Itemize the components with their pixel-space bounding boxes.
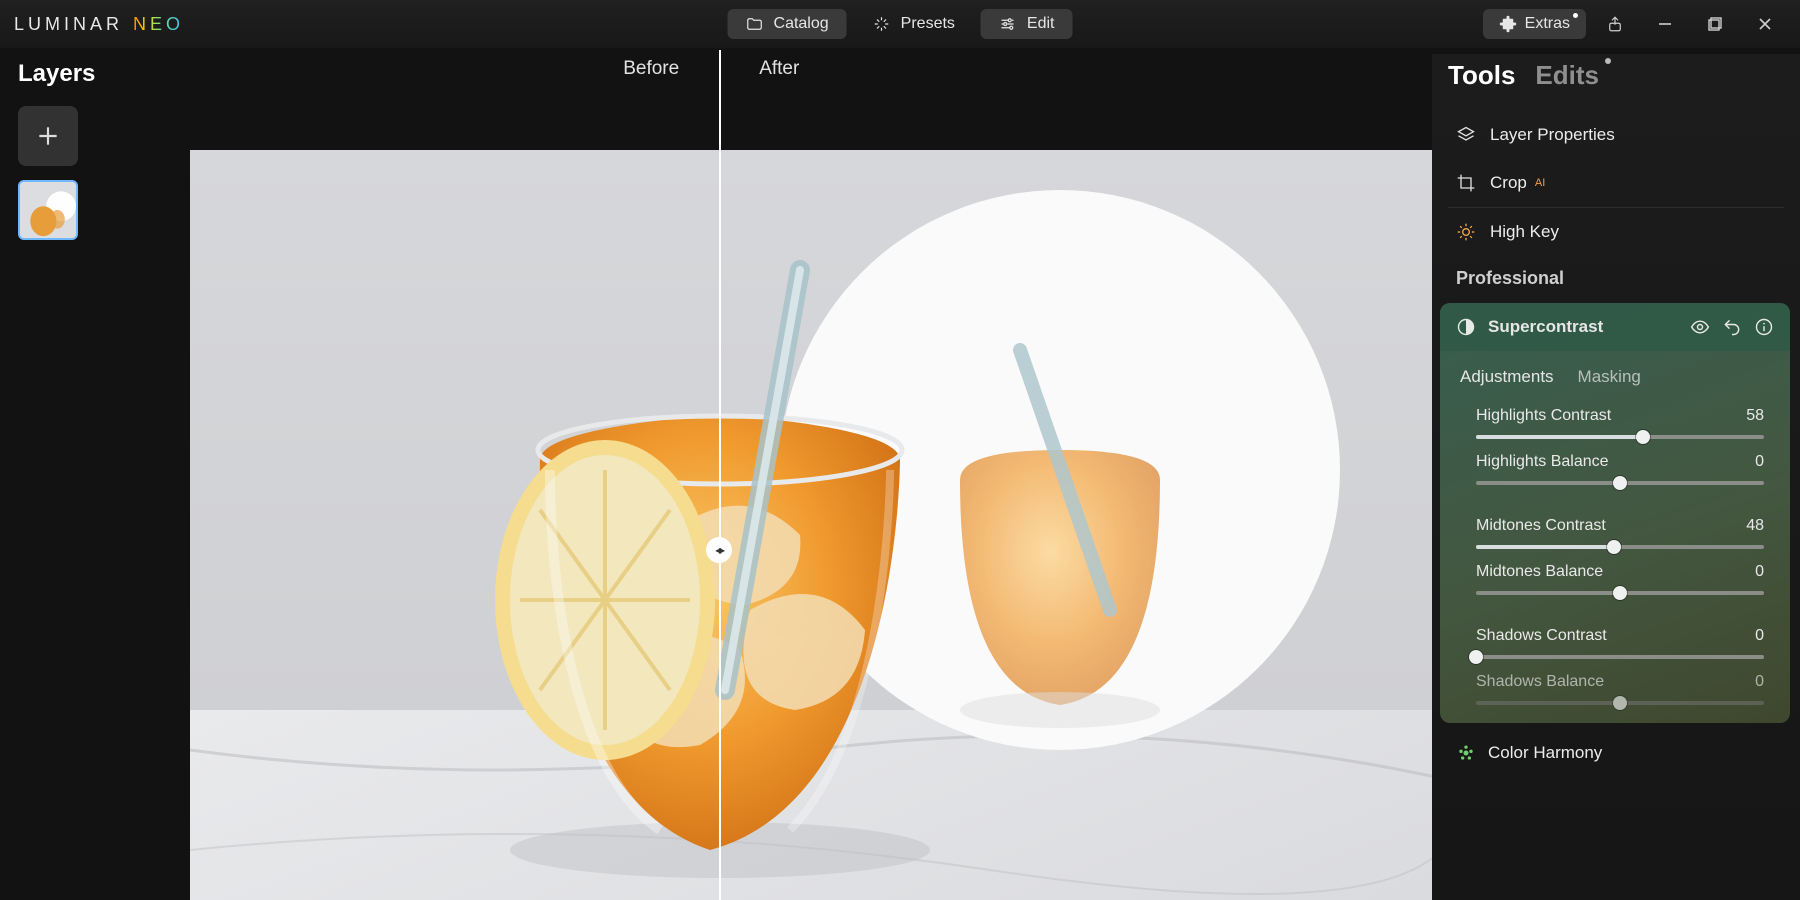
slider-shadows-contrast: Shadows Contrast 0 <box>1440 613 1790 659</box>
extras-button[interactable]: Extras <box>1483 9 1586 39</box>
tool-crop[interactable]: Crop AI <box>1448 159 1784 208</box>
minimize-icon <box>1658 17 1672 31</box>
close-icon <box>1758 17 1772 31</box>
crop-label: Crop <box>1490 173 1527 193</box>
maximize-button[interactable] <box>1694 3 1736 45</box>
sparkle-icon <box>873 15 891 33</box>
compare-labels: Before After <box>190 58 1450 80</box>
slider-midtones-contrast: Midtones Contrast 48 <box>1440 503 1790 549</box>
share-button[interactable] <box>1594 3 1636 45</box>
slider-highlights-balance: Highlights Balance 0 <box>1440 439 1790 485</box>
slider-knob[interactable] <box>1613 696 1627 710</box>
slider-highlights-contrast: Highlights Contrast 58 <box>1440 393 1790 439</box>
highlights-balance-slider[interactable] <box>1476 481 1764 485</box>
right-panel: Tools Edits Layer Properties Crop AI Hig… <box>1432 54 1800 900</box>
close-button[interactable] <box>1744 3 1786 45</box>
tab-edits[interactable]: Edits <box>1535 60 1599 91</box>
layer-thumbnail[interactable] <box>18 180 78 240</box>
tab-tools[interactable]: Tools <box>1448 60 1515 91</box>
maximize-icon <box>1708 17 1722 31</box>
midtones-contrast-value: 48 <box>1746 517 1764 535</box>
thumbnail-image-icon <box>20 182 76 238</box>
folder-icon <box>746 15 764 33</box>
subtab-masking[interactable]: Masking <box>1578 367 1641 387</box>
supercontrast-header[interactable]: Supercontrast <box>1440 303 1790 351</box>
topbar-right: Extras <box>1483 3 1786 45</box>
layer-properties-label: Layer Properties <box>1490 125 1615 145</box>
color-harmony-icon <box>1456 743 1476 763</box>
highlights-balance-label: Highlights Balance <box>1476 453 1609 471</box>
slider-knob[interactable] <box>1613 476 1627 490</box>
app-logo: LUMINAR NEO <box>14 14 184 35</box>
tool-layer-properties[interactable]: Layer Properties <box>1432 111 1800 159</box>
midtones-balance-value: 0 <box>1755 563 1764 581</box>
midtones-contrast-label: Midtones Contrast <box>1476 517 1606 535</box>
edit-button[interactable]: Edit <box>981 9 1073 39</box>
shadows-balance-value: 0 <box>1755 673 1764 691</box>
highlights-contrast-slider[interactable] <box>1476 435 1764 439</box>
eye-icon[interactable] <box>1690 317 1710 337</box>
shadows-balance-slider[interactable] <box>1476 701 1764 705</box>
section-professional: Professional <box>1432 256 1800 295</box>
slider-knob[interactable] <box>1636 430 1650 444</box>
before-label: Before <box>190 58 719 80</box>
highlights-contrast-label: Highlights Contrast <box>1476 407 1611 425</box>
midtones-balance-label: Midtones Balance <box>1476 563 1603 581</box>
subtab-adjustments[interactable]: Adjustments <box>1460 367 1554 387</box>
supercontrast-subtabs: Adjustments Masking <box>1440 351 1790 393</box>
ai-badge: AI <box>1535 177 1545 189</box>
share-icon <box>1606 15 1624 33</box>
high-key-label: High Key <box>1490 222 1559 242</box>
info-icon[interactable] <box>1754 317 1774 337</box>
puzzle-icon <box>1499 15 1517 33</box>
logo-word-2: NEO <box>133 14 184 35</box>
crop-icon <box>1456 173 1476 193</box>
layers-heading: Layers <box>18 60 138 88</box>
shadows-balance-label: Shadows Balance <box>1476 673 1604 691</box>
presets-button[interactable]: Presets <box>855 9 973 39</box>
photo-illustration-icon <box>190 150 1450 900</box>
slider-knob[interactable] <box>1613 586 1627 600</box>
mode-switcher: Catalog Presets Edit <box>728 9 1073 39</box>
after-label: After <box>719 58 1450 80</box>
layers-panel: Layers <box>18 60 138 240</box>
shadows-contrast-value: 0 <box>1755 627 1764 645</box>
compare-split-line[interactable] <box>719 50 721 900</box>
right-panel-tabs: Tools Edits <box>1432 54 1800 111</box>
extras-label: Extras <box>1525 15 1570 33</box>
supercontrast-title: Supercontrast <box>1488 317 1678 337</box>
catalog-label: Catalog <box>774 15 829 33</box>
minimize-button[interactable] <box>1644 3 1686 45</box>
color-harmony-label: Color Harmony <box>1488 743 1602 763</box>
highlights-balance-value: 0 <box>1755 453 1764 471</box>
sliders-icon <box>999 15 1017 33</box>
compare-split-handle[interactable] <box>706 537 732 563</box>
catalog-button[interactable]: Catalog <box>728 9 847 39</box>
edit-label: Edit <box>1027 15 1055 33</box>
midtones-balance-slider[interactable] <box>1476 591 1764 595</box>
slider-knob[interactable] <box>1607 540 1621 554</box>
supercontrast-panel: Supercontrast Adjustments Masking Highli… <box>1440 303 1790 723</box>
topbar: LUMINAR NEO Catalog Presets Edit Extras <box>0 0 1800 48</box>
tool-high-key[interactable]: High Key <box>1432 208 1800 256</box>
highlights-contrast-value: 58 <box>1746 407 1764 425</box>
photo-preview <box>190 150 1450 900</box>
add-layer-button[interactable] <box>18 106 78 166</box>
midtones-contrast-slider[interactable] <box>1476 545 1764 549</box>
notification-dot-icon <box>1573 13 1578 18</box>
slider-midtones-balance: Midtones Balance 0 <box>1440 549 1790 595</box>
canvas[interactable] <box>190 150 1450 900</box>
slider-fill <box>1476 435 1643 439</box>
sun-icon <box>1456 222 1476 242</box>
layers-icon <box>1456 125 1476 145</box>
undo-icon[interactable] <box>1722 317 1742 337</box>
plus-icon <box>35 123 61 149</box>
presets-label: Presets <box>901 15 955 33</box>
slider-shadows-balance: Shadows Balance 0 <box>1440 659 1790 705</box>
tool-color-harmony[interactable]: Color Harmony <box>1432 723 1800 763</box>
contrast-icon <box>1456 317 1476 337</box>
logo-word-1: LUMINAR <box>14 14 123 35</box>
shadows-contrast-label: Shadows Contrast <box>1476 627 1607 645</box>
slider-fill <box>1476 545 1614 549</box>
